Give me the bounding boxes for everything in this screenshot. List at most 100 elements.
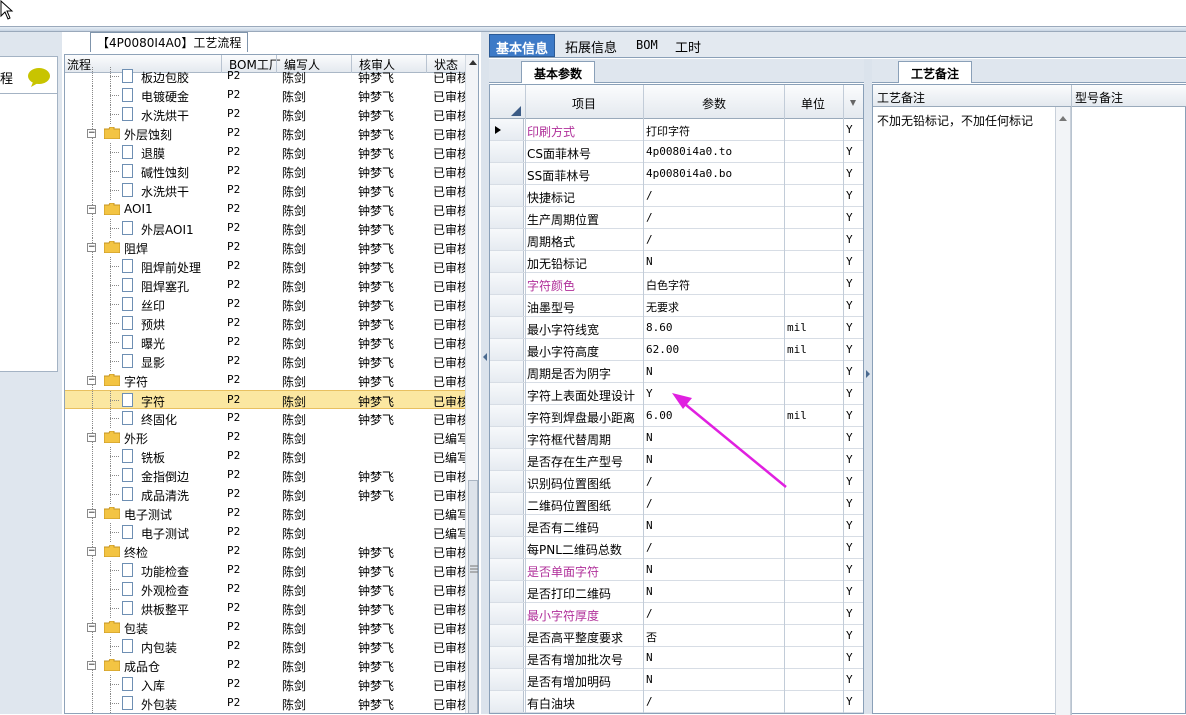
col-model-notes-header[interactable]: 型号备注 [1075,89,1123,106]
row-indicator[interactable] [490,603,524,624]
param-row[interactable]: CS面菲林号 4p0080i4a0.to Y [490,141,863,163]
param-row[interactable]: 字符颜色 白色字符 Y [490,273,863,295]
row-indicator[interactable] [490,691,524,712]
param-value-cell[interactable]: 6.00 [646,409,673,422]
row-indicator[interactable] [490,273,524,294]
subtab-basic-params[interactable]: 基本参数 [521,61,596,83]
row-indicator[interactable] [490,383,524,404]
scroll-up-icon[interactable] [1059,115,1067,121]
notes-scrollbar[interactable] [1055,107,1071,715]
row-indicator[interactable] [490,449,524,470]
param-row[interactable]: SS面菲林号 4p0080i4a0.bo Y [490,163,863,185]
param-row[interactable]: 是否高平整度要求 否 Y [490,625,863,647]
tree-item-row[interactable]: 功能检查 P2 陈剑 钟梦飞 已审核 [65,561,465,580]
param-value-cell[interactable]: N [646,651,653,664]
param-row[interactable]: 最小字符线宽 8.60 mil Y [490,317,863,339]
param-row[interactable]: 是否存在生产型号 N Y [490,449,863,471]
param-value-cell[interactable]: N [646,563,653,576]
tree-item-row[interactable]: 成品清洗 P2 陈剑 钟梦飞 已审核 [65,485,465,504]
tree-item-row[interactable]: 水洗烘干 P2 陈剑 钟梦飞 已审核 [65,181,465,200]
tab-basic-info[interactable]: 基本信息 [489,34,556,57]
row-indicator[interactable] [490,471,524,492]
tree-item-row[interactable]: 字符 P2 陈剑 钟梦飞 已审核 [65,390,465,410]
tree-item-row[interactable]: 铣板 P2 陈剑 已编写 [65,447,465,466]
param-row[interactable]: 周期是否为阴字 N Y [490,361,863,383]
param-value-cell[interactable]: N [646,673,653,686]
row-indicator[interactable] [490,625,524,646]
param-value-cell[interactable]: / [646,695,653,708]
tree-item-row[interactable]: 阻焊前处理 P2 陈剑 钟梦飞 已审核 [65,257,465,276]
param-value-cell[interactable]: N [646,255,653,268]
param-value-cell[interactable]: Y [646,387,653,400]
row-indicator[interactable] [490,361,524,382]
tree-item-row[interactable]: 水洗烘干 P2 陈剑 钟梦飞 已审核 [65,105,465,124]
tree-item-row[interactable]: 终固化 P2 陈剑 钟梦飞 已审核 [65,409,465,428]
param-value-cell[interactable]: / [646,189,653,202]
param-row[interactable]: 最小字符厚度 / Y [490,603,863,625]
tree-folder-row[interactable]: − 阻焊 P2 陈剑 钟梦飞 已审核 [65,238,465,257]
row-indicator[interactable] [490,515,524,536]
param-value-cell[interactable]: 白色字符 [646,277,690,293]
row-indicator[interactable] [490,229,524,250]
row-indicator[interactable] [490,251,524,272]
param-value-cell[interactable]: / [646,233,653,246]
tree-folder-row[interactable]: − 外形 P2 陈剑 已编写 [65,428,465,447]
param-row[interactable]: 字符上表面处理设计 Y Y [490,383,863,405]
collapse-toggle-icon[interactable]: − [87,547,96,556]
tree-item-row[interactable]: 内包装 P2 陈剑 钟梦飞 已审核 [65,637,465,656]
tree-folder-row[interactable]: − 终检 P2 陈剑 钟梦飞 已审核 [65,542,465,561]
tree-item-row[interactable]: 入库 P2 陈剑 钟梦飞 已审核 [65,675,465,694]
tree-item-row[interactable]: 电镀硬金 P2 陈剑 钟梦飞 已审核 [65,86,465,105]
tree-item-row[interactable]: 丝印 P2 陈剑 钟梦飞 已审核 [65,295,465,314]
row-indicator[interactable] [490,581,524,602]
collapse-toggle-icon[interactable]: − [87,376,96,385]
row-indicator[interactable] [490,295,524,316]
col-process-notes-header[interactable]: 工艺备注 [877,89,925,106]
param-value-cell[interactable]: N [646,453,653,466]
tab-bom[interactable]: BOM [630,35,664,58]
scroll-up-icon[interactable] [468,58,478,66]
tree-item-row[interactable]: 金指倒边 P2 陈剑 钟梦飞 已审核 [65,466,465,485]
param-row[interactable]: 字符到焊盘最小距离 6.00 mil Y [490,405,863,427]
param-row[interactable]: 周期格式 / Y [490,229,863,251]
param-value-cell[interactable]: / [646,211,653,224]
tree-folder-row[interactable]: − 包装 P2 陈剑 钟梦飞 已审核 [65,618,465,637]
row-indicator[interactable] [490,317,524,338]
param-row[interactable]: 印刷方式 打印字符 Y [490,119,863,141]
collapse-toggle-icon[interactable]: − [87,661,96,670]
row-indicator[interactable] [490,559,524,580]
tree-folder-row[interactable]: − 成品仓 P2 陈剑 钟梦飞 已审核 [65,656,465,675]
param-value-cell[interactable]: / [646,607,653,620]
param-row[interactable]: 加无铅标记 N Y [490,251,863,273]
param-value-cell[interactable]: 4p0080i4a0.to [646,145,732,158]
tree-item-row[interactable]: 外层AOI1 P2 陈剑 钟梦飞 已审核 [65,219,465,238]
collapse-toggle-icon[interactable]: − [87,623,96,632]
param-value-cell[interactable]: / [646,475,653,488]
tree-item-row[interactable]: 显影 P2 陈剑 钟梦飞 已审核 [65,352,465,371]
row-indicator[interactable] [490,185,524,206]
row-indicator[interactable] [490,339,524,360]
col-unit-header[interactable]: 单位 [801,95,825,112]
row-indicator[interactable] [490,647,524,668]
collapse-toggle-icon[interactable]: − [87,205,96,214]
tree-scroll-thumb[interactable] [468,480,478,713]
param-value-cell[interactable]: / [646,497,653,510]
tree-item-row[interactable]: 板边包胶 P2 陈剑 钟梦飞 已审核 [65,67,465,86]
tree-item-row[interactable]: 阻焊塞孔 P2 陈剑 钟梦飞 已审核 [65,276,465,295]
tree-folder-row[interactable]: − AOI1 P2 陈剑 钟梦飞 已审核 [65,200,465,219]
vertical-splitter-2[interactable] [864,59,872,714]
param-row[interactable]: 识别码位置图纸 / Y [490,471,863,493]
param-value-cell[interactable]: N [646,519,653,532]
tree-item-row[interactable]: 曝光 P2 陈剑 钟梦飞 已审核 [65,333,465,352]
row-indicator[interactable] [490,427,524,448]
param-row[interactable]: 每PNL二维码总数 / Y [490,537,863,559]
row-indicator[interactable] [490,141,524,162]
param-row[interactable]: 油墨型号 无要求 Y [490,295,863,317]
param-value-cell[interactable]: N [646,365,653,378]
process-flow-tab[interactable]: 【4P0080I4A0】工艺流程 [90,32,249,52]
param-row[interactable]: 快捷标记 / Y [490,185,863,207]
tree-item-row[interactable]: 外观检查 P2 陈剑 钟梦飞 已审核 [65,580,465,599]
param-row[interactable]: 是否打印二维码 N Y [490,581,863,603]
tab-process-notes[interactable]: 工艺备注 [898,61,973,83]
param-value-cell[interactable]: / [646,541,653,554]
